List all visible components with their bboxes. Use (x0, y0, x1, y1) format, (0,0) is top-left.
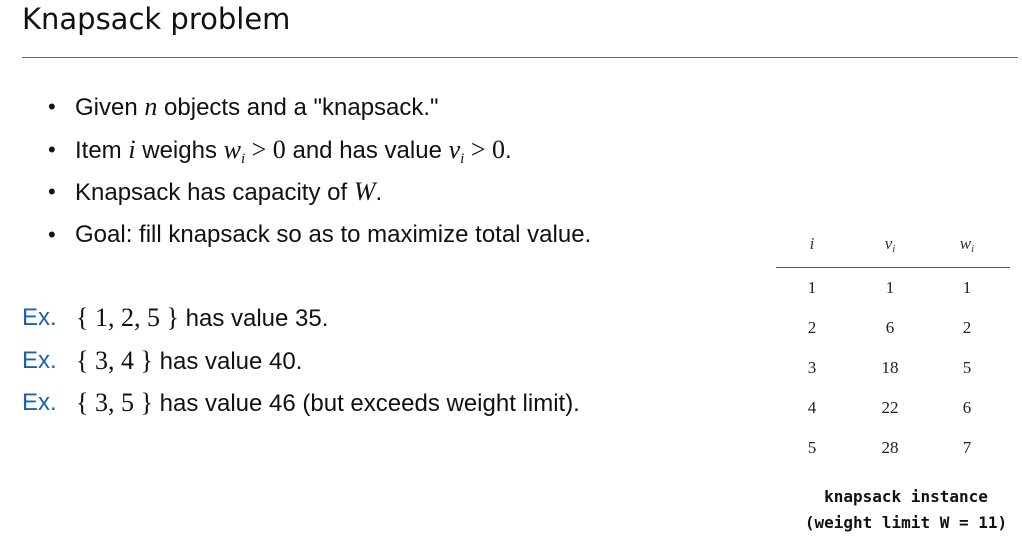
text-segment: . (505, 136, 512, 164)
bullet-dot: • (48, 221, 56, 247)
caption-line: knapsack instance (824, 487, 988, 506)
example-label: Ex. (22, 389, 57, 416)
text-segment: has value 46 (but exceeds weight limit). (152, 390, 580, 417)
header-v-subscript: i (892, 243, 896, 255)
bullet-dot: • (48, 94, 56, 119)
text-segment: . (375, 179, 383, 206)
math-inequality: > 0 (245, 134, 286, 164)
cell-i: 3 (807, 358, 817, 377)
text-segment: weighs (135, 136, 224, 164)
text-segment: and has value (285, 136, 449, 164)
cell-w: 5 (962, 358, 972, 377)
math-variable-i: i (128, 134, 136, 164)
cell-v: 6 (885, 318, 895, 337)
text-segment: has value 40. (152, 347, 303, 375)
header-w: wi (947, 234, 987, 255)
example-text: { 3, 4 } has value 40. (76, 340, 302, 383)
cell-w: 6 (962, 398, 972, 417)
cell-v: 1 (885, 278, 895, 297)
text-segment: Knapsack has capacity of (75, 179, 354, 206)
cell-w: 7 (962, 438, 972, 457)
table-row: 2 6 2 (776, 308, 1010, 348)
bullet-text: Goal: fill knapsack so as to maximize to… (75, 214, 591, 256)
cell-i: 4 (807, 398, 817, 417)
cell-v: 28 (881, 438, 899, 457)
table-header: i vi wi (776, 230, 1010, 268)
table-row: 3 18 5 (776, 348, 1010, 388)
set-expression: { 3, 5 } (76, 388, 153, 417)
example-text: { 1, 2, 5 } has value 35. (76, 297, 328, 340)
text-segment: Goal: fill knapsack so as to maximize to… (75, 220, 592, 248)
cell-i: 5 (807, 438, 817, 457)
header-w-subscript: i (971, 243, 975, 255)
table-caption: knapsack instance (weight limit W = 11) (796, 484, 1016, 536)
slide-title: Knapsack problem (22, 2, 291, 36)
text-segment: Item (75, 136, 129, 164)
text-segment: Given (75, 94, 145, 121)
example-label: Ex. (22, 304, 57, 331)
table-row: 4 22 6 (776, 388, 1010, 428)
cell-w: 2 (962, 318, 972, 337)
math-variable-v: v (448, 134, 461, 164)
table-row: 1 1 1 (776, 268, 1010, 308)
math-inequality: > 0 (464, 134, 505, 164)
header-w-letter: w (959, 234, 972, 253)
cell-v: 18 (881, 358, 899, 377)
cell-i: 2 (807, 318, 817, 337)
header-v: vi (870, 234, 910, 255)
math-variable-w: w (223, 134, 241, 164)
set-expression: { 3, 4 } (76, 345, 153, 375)
bullet-dot: • (48, 179, 56, 204)
example-text: { 3, 5 } has value 46 (but exceeds weigh… (76, 382, 580, 425)
text-segment: has value 35. (178, 305, 329, 332)
bullet-text: Knapsack has capacity of W. (75, 171, 382, 214)
knapsack-table: i vi wi 1 1 1 2 6 2 3 18 5 4 22 6 5 28 7 (776, 230, 1010, 457)
cell-w: 1 (962, 278, 972, 297)
table-body: 1 1 1 2 6 2 3 18 5 4 22 6 5 28 7 (776, 268, 1010, 468)
table-row: 5 28 7 (776, 428, 1010, 468)
text-segment: objects and a "knapsack." (157, 94, 439, 121)
set-expression: { 1, 2, 5 } (76, 303, 179, 332)
bullet-text: Given n objects and a "knapsack." (75, 86, 439, 129)
header-i: i (809, 234, 815, 253)
cell-i: 1 (807, 278, 817, 297)
example-label: Ex. (22, 346, 57, 374)
cell-v: 22 (881, 398, 899, 417)
math-variable-n: n (144, 92, 158, 121)
math-variable-W: W (353, 177, 376, 206)
bullet-dot: • (48, 136, 56, 162)
title-divider (22, 57, 1018, 58)
caption-line: (weight limit W = 11) (804, 513, 1008, 532)
